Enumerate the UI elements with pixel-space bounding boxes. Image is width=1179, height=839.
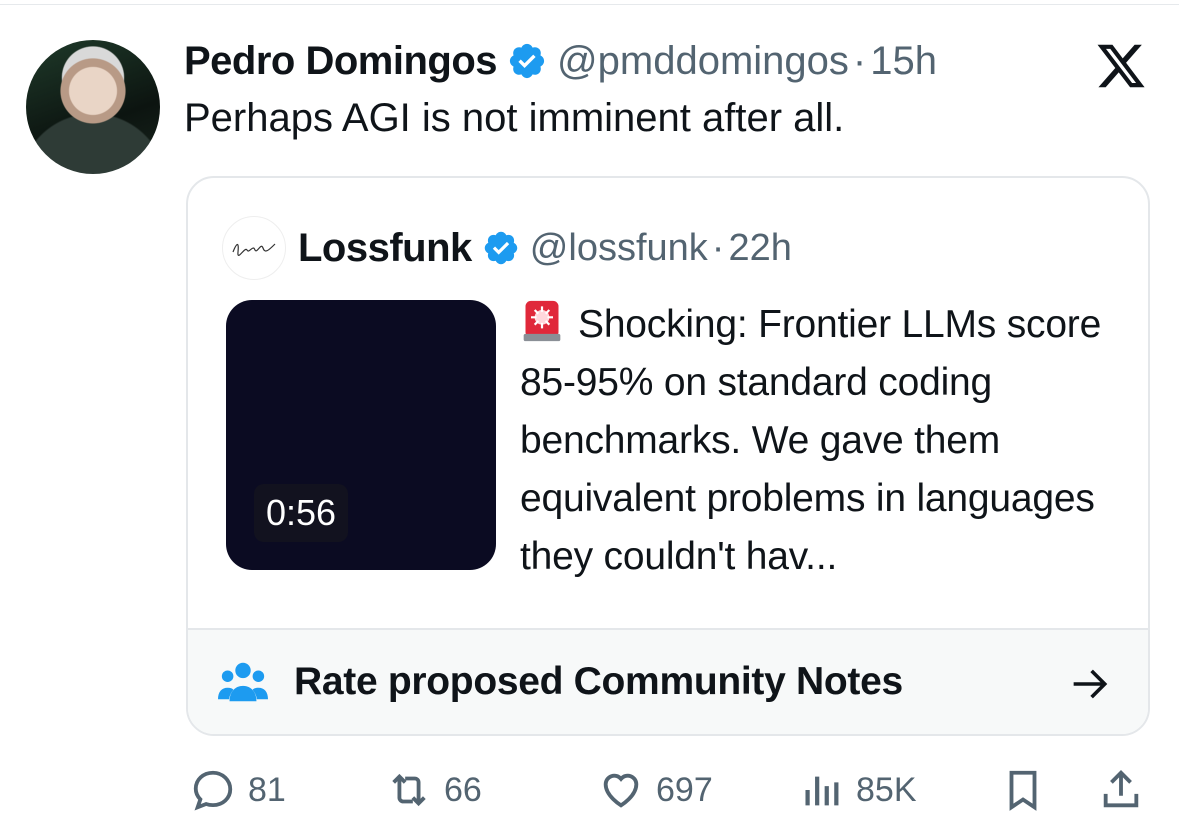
like-button[interactable]: 697 [598, 765, 713, 815]
video-duration: 0:56 [254, 484, 349, 542]
video-thumbnail[interactable]: 0:56 [226, 300, 496, 570]
share-icon [1103, 770, 1139, 808]
rotating-light-icon [523, 300, 561, 342]
bookmark-button[interactable] [1000, 765, 1046, 815]
x-logo-icon [1097, 44, 1145, 88]
repost-icon [392, 773, 426, 807]
quoted-author-name[interactable]: Lossfunk [298, 226, 472, 271]
community-notes-label[interactable]: Rate proposed Community Notes [294, 660, 903, 704]
like-count: 697 [656, 770, 713, 809]
reply-icon [193, 770, 233, 811]
share-button[interactable] [1098, 765, 1144, 815]
tweet-header: Pedro Domingos @pmddomingos · 15h [184, 36, 937, 86]
repost-button[interactable]: 66 [386, 765, 482, 815]
views-button[interactable]: 85K [798, 765, 917, 815]
quoted-author-handle[interactable]: @lossfunk [530, 227, 708, 270]
quoted-tweet-body: Shocking: Frontier LLMs score 85-95% on … [520, 303, 1102, 578]
bookmark-icon [1009, 770, 1037, 811]
quoted-tweet-card[interactable]: Lossfunk @lossfunk · 22h 0:56 Shocking: … [186, 176, 1150, 736]
repost-count: 66 [444, 770, 482, 809]
signature-logo-icon [232, 243, 276, 256]
reply-button[interactable]: 81 [190, 765, 286, 815]
top-divider [0, 4, 1179, 5]
reply-count: 81 [248, 770, 286, 809]
quoted-tweet-header: Lossfunk @lossfunk · 22h [222, 216, 792, 280]
quoted-separator-dot: · [711, 226, 725, 269]
views-chart-icon [805, 776, 839, 806]
quoted-tweet-text: Shocking: Frontier LLMs score 85-95% on … [520, 296, 1130, 586]
verified-badge-icon [509, 43, 545, 79]
tweet-text: Perhaps AGI is not imminent after all. [184, 96, 845, 140]
tweet-time[interactable]: 15h [870, 39, 937, 84]
quoted-author-avatar[interactable] [222, 216, 286, 280]
action-bar: 81 66 697 85K [0, 755, 1179, 825]
heart-icon [603, 773, 639, 808]
separator-dot: · [852, 38, 867, 83]
author-handle[interactable]: @pmddomingos [557, 39, 849, 84]
people-icon [218, 662, 268, 702]
arrow-right-icon[interactable] [1070, 666, 1110, 702]
views-count: 85K [856, 770, 917, 809]
author-avatar[interactable] [26, 40, 160, 174]
community-notes-bar[interactable]: Rate proposed Community Notes [188, 628, 1148, 734]
author-name[interactable]: Pedro Domingos [184, 39, 498, 84]
quoted-tweet-time[interactable]: 22h [728, 227, 791, 270]
quoted-verified-badge-icon [484, 231, 518, 265]
